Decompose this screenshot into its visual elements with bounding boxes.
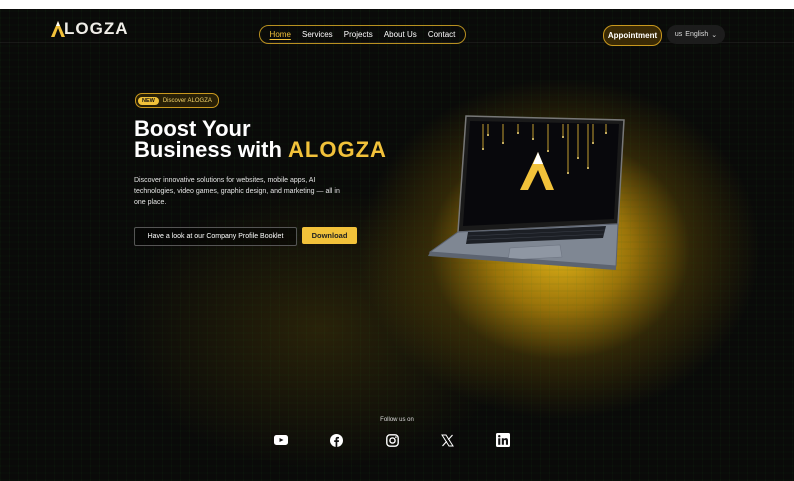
hero-badge: NEW Discover ALOGZA (135, 93, 219, 108)
badge-text: Discover ALOGZA (162, 97, 212, 104)
laptop-illustration (428, 115, 625, 270)
new-tag: NEW (138, 96, 159, 105)
hero-title-prefix: Business with (134, 137, 289, 162)
hero-description: Discover innovative solutions for websit… (134, 177, 340, 206)
instagram-icon[interactable] (383, 431, 401, 449)
linkedin-icon[interactable] (494, 431, 512, 449)
x-icon[interactable] (439, 431, 457, 449)
hero-title-line1: Boost Your (134, 116, 251, 141)
nav-projects[interactable]: Projects (344, 30, 373, 39)
language-label: English (685, 31, 709, 38)
main-menu: Home Services Projects About Us Contact (259, 25, 466, 44)
nav-services[interactable]: Services (302, 30, 333, 39)
navbar: LOGZA Home Services Projects About Us Co… (0, 9, 794, 46)
hero-background (0, 9, 794, 481)
nav-home[interactable]: Home (270, 30, 291, 39)
youtube-icon[interactable] (272, 431, 290, 449)
logo-text: LOGZA (64, 19, 129, 38)
language-select[interactable]: us English ⌄ (667, 25, 725, 44)
chevron-down-icon: ⌄ (711, 31, 718, 39)
browser-top-strip (0, 0, 794, 9)
hero-title: Boost Your Business with ALOGZA (134, 116, 387, 162)
matrix-rain-pattern (0, 9, 794, 481)
hero-title-line2: Business with ALOGZA (134, 137, 387, 162)
logo[interactable]: LOGZA (50, 19, 129, 39)
us-flag-icon: us (674, 31, 683, 38)
appointment-button[interactable]: Appointment (603, 25, 662, 46)
facebook-icon[interactable] (328, 431, 346, 449)
social-links (272, 430, 512, 450)
nav-contact[interactable]: Contact (428, 30, 456, 39)
company-profile-button[interactable]: Have a look at our Company Profile Bookl… (134, 227, 297, 246)
hero-title-brand: ALOGZA (288, 137, 387, 162)
download-button[interactable]: Download (302, 227, 357, 244)
follow-label: Follow us on (380, 417, 414, 423)
nav-about-us[interactable]: About Us (384, 30, 417, 39)
